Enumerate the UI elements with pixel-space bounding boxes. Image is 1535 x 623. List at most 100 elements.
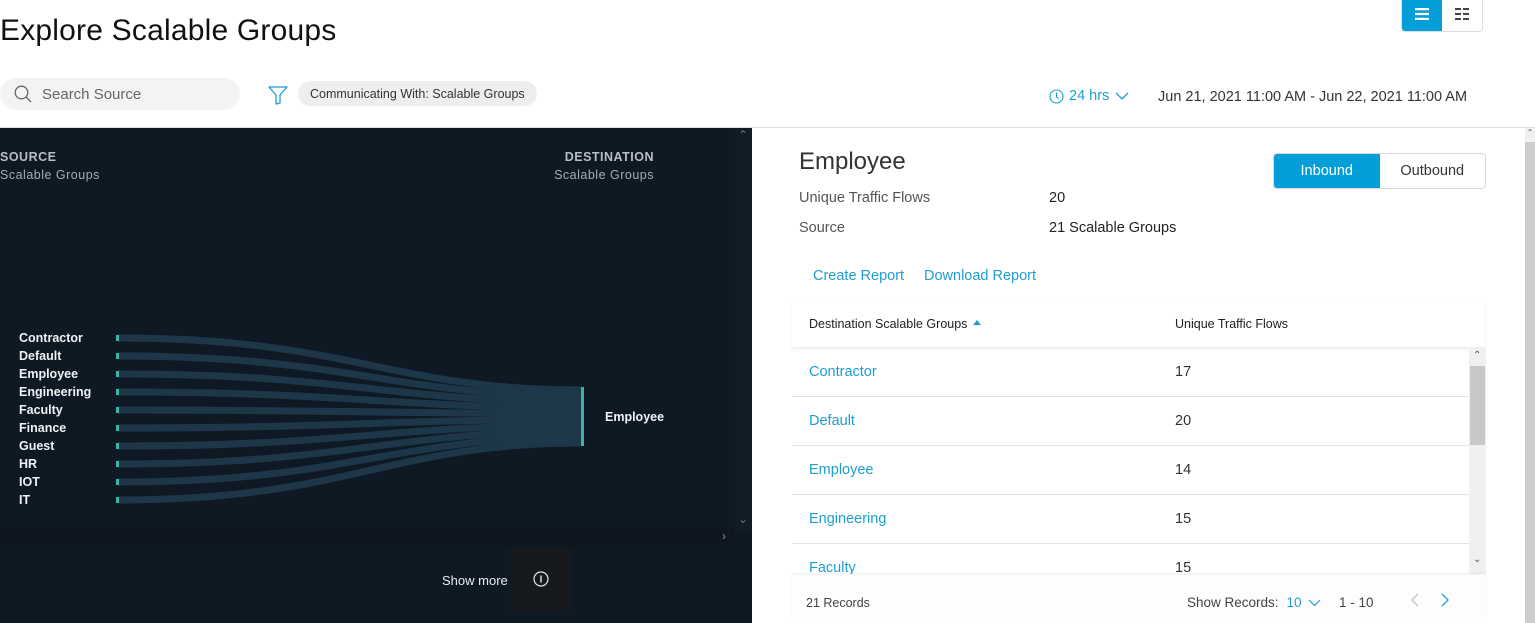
show-records: Show Records: 10: [1187, 595, 1321, 610]
destination-subtitle: Scalable Groups: [554, 168, 654, 182]
previous-page-icon[interactable]: [1410, 592, 1420, 608]
info-icon: [533, 571, 549, 587]
sankey-horizontal-scrollbar[interactable]: ›: [0, 528, 735, 546]
view-toggle: [1401, 0, 1483, 32]
search-icon: [14, 85, 32, 103]
source-label: Source: [799, 220, 845, 236]
scroll-right-icon[interactable]: ›: [722, 529, 726, 543]
group-name-link[interactable]: Default: [809, 413, 855, 429]
table-header: Destination Scalable Groups Unique Traff…: [792, 303, 1485, 347]
sankey-source-node[interactable]: [116, 335, 119, 341]
details-title: Employee: [799, 148, 906, 175]
direction-toggle: Inbound Outbound: [1273, 153, 1486, 189]
group-name-link[interactable]: Faculty: [809, 560, 856, 574]
inbound-button[interactable]: Inbound: [1274, 154, 1380, 188]
sankey-source-node[interactable]: [116, 461, 119, 467]
outbound-button[interactable]: Outbound: [1379, 154, 1485, 188]
chevron-down-icon: [1115, 92, 1129, 100]
sankey-source-node[interactable]: [116, 425, 119, 431]
sankey-source-label[interactable]: Finance: [19, 421, 66, 435]
sankey-source-label[interactable]: Guest: [19, 439, 54, 453]
sankey-source-label[interactable]: Default: [19, 349, 61, 363]
sankey-source-node[interactable]: [116, 443, 119, 449]
sankey-destination-node[interactable]: [581, 387, 584, 446]
grid-view-icon: [1455, 8, 1469, 20]
show-more-button[interactable]: Show more: [442, 573, 508, 588]
column-header-label: Destination Scalable Groups: [809, 317, 968, 331]
sankey-panel: SOURCE Scalable Groups DESTINATION Scala…: [0, 128, 752, 623]
page-scrollbar[interactable]: ⌃: [1525, 128, 1535, 623]
flows-value: 15: [1175, 560, 1192, 574]
download-report-link[interactable]: Download Report: [924, 268, 1036, 284]
scrollbar-thumb[interactable]: [1470, 366, 1485, 445]
flows-value: 15: [1175, 511, 1192, 527]
show-records-label: Show Records:: [1187, 595, 1279, 610]
table-body: Contractor 17 Default 20 Employee 14 Engineeri…: [792, 348, 1486, 574]
scroll-up-icon[interactable]: ⌃: [1525, 128, 1535, 142]
sankey-source-label[interactable]: HR: [19, 457, 37, 471]
scroll-down-icon[interactable]: ⌄: [738, 512, 748, 526]
date-range: Jun 21, 2021 11:00 AM - Jun 22, 2021 11:…: [1158, 89, 1468, 105]
filter-icon[interactable]: [268, 86, 288, 105]
clock-icon: [1049, 88, 1064, 104]
flows-value: 17: [1175, 364, 1192, 380]
sankey-link[interactable]: [117, 334, 582, 394]
table-scrollbar[interactable]: ⌃ ⌄: [1469, 348, 1486, 574]
sankey-source-node[interactable]: [116, 497, 119, 503]
sankey-source-node[interactable]: [116, 407, 119, 413]
details-panel: Employee Unique Traffic Flows 20 Source …: [752, 128, 1520, 623]
column-header-destination[interactable]: Destination Scalable Groups: [809, 317, 982, 331]
info-button[interactable]: [510, 548, 572, 610]
scroll-down-icon[interactable]: ⌄: [1473, 554, 1481, 565]
table-row: Engineering 15: [792, 495, 1469, 544]
group-name-link[interactable]: Engineering: [809, 511, 886, 527]
sankey-source-label[interactable]: Faculty: [19, 403, 63, 417]
unique-flows-label: Unique Traffic Flows: [799, 190, 931, 206]
sankey-source-node[interactable]: [116, 371, 119, 377]
time-range-dropdown[interactable]: 24 hrs: [1049, 88, 1129, 104]
sankey-diagram: [116, 334, 584, 504]
column-header-flows[interactable]: Unique Traffic Flows: [1175, 317, 1288, 331]
sankey-vertical-scrollbar[interactable]: ⌃ ⌄: [735, 128, 752, 533]
unique-flows-value: 20: [1049, 190, 1066, 206]
group-name-link[interactable]: Employee: [809, 462, 873, 478]
page-size-value: 10: [1286, 595, 1302, 610]
search-input[interactable]: [42, 85, 222, 103]
scroll-up-icon[interactable]: ⌃: [1473, 350, 1481, 361]
table-row: Contractor 17: [792, 348, 1469, 397]
source-title: SOURCE: [0, 150, 57, 164]
table-row: Default 20: [792, 397, 1469, 446]
flows-value: 14: [1175, 462, 1192, 478]
source-value: 21 Scalable Groups: [1049, 220, 1177, 236]
table-footer: 21 Records Show Records: 10 1 - 10: [792, 575, 1486, 623]
flows-value: 20: [1175, 413, 1192, 429]
sankey-source-node[interactable]: [116, 389, 119, 395]
list-view-icon: [1415, 8, 1429, 20]
source-subtitle: Scalable Groups: [0, 168, 100, 182]
page-title: Explore Scalable Groups: [0, 14, 337, 47]
sort-ascending-icon: [973, 320, 982, 326]
sankey-source-node[interactable]: [116, 353, 119, 359]
sankey-source-node[interactable]: [116, 479, 119, 485]
page-size-select[interactable]: 10: [1287, 595, 1321, 610]
sankey-source-label[interactable]: Employee: [19, 367, 78, 381]
filter-chip[interactable]: Communicating With: Scalable Groups: [298, 81, 537, 106]
table-row: Faculty 15: [792, 544, 1469, 574]
sankey-source-label[interactable]: IT: [19, 493, 30, 507]
sankey-source-label[interactable]: Contractor: [19, 331, 83, 345]
table-row: Employee 14: [792, 446, 1469, 495]
page-range: 1 - 10: [1339, 595, 1374, 610]
group-name-link[interactable]: Contractor: [809, 364, 877, 380]
sankey-link[interactable]: [117, 406, 582, 418]
sankey-destination-label[interactable]: Employee: [605, 410, 664, 424]
destination-title: DESTINATION: [564, 150, 654, 164]
grid-view-button[interactable]: [1442, 0, 1482, 31]
next-page-icon[interactable]: [1440, 592, 1450, 608]
scroll-up-icon[interactable]: ⌃: [738, 128, 748, 142]
search-box: [0, 78, 240, 110]
time-range-label: 24 hrs: [1069, 88, 1110, 104]
sankey-source-label[interactable]: Engineering: [19, 385, 91, 399]
sankey-source-label[interactable]: IOT: [19, 475, 40, 489]
list-view-button[interactable]: [1402, 0, 1442, 31]
create-report-link[interactable]: Create Report: [813, 268, 904, 284]
